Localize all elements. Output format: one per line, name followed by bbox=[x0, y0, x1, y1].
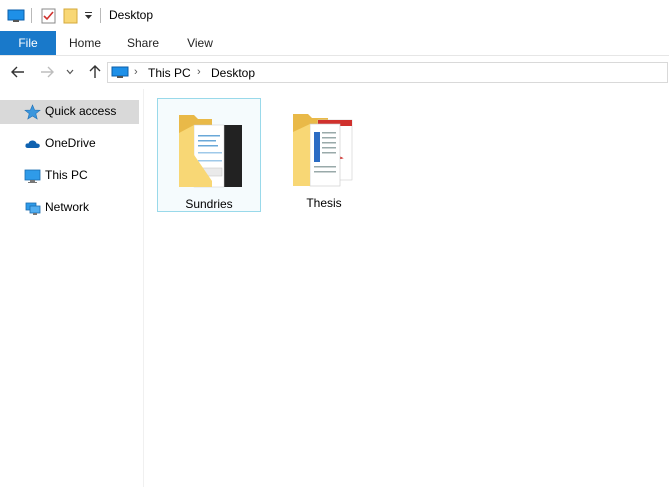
file-explorer-window: Desktop File Home Share View › This PC ›… bbox=[0, 0, 669, 487]
tab-view[interactable]: View bbox=[175, 31, 225, 55]
sidebar-item-label: OneDrive bbox=[45, 136, 96, 150]
address-bar[interactable]: › This PC › Desktop bbox=[107, 62, 668, 83]
monitor-icon bbox=[111, 66, 129, 78]
breadcrumb-desktop[interactable]: Desktop bbox=[211, 66, 255, 80]
recent-locations-button[interactable] bbox=[63, 62, 77, 82]
cloud-icon bbox=[25, 140, 40, 148]
tab-home[interactable]: Home bbox=[60, 31, 110, 55]
sidebar-item-label: This PC bbox=[45, 168, 88, 182]
breadcrumb-separator[interactable]: › bbox=[197, 66, 201, 78]
title-separator bbox=[31, 8, 32, 23]
folder-item-sundries[interactable]: Sundries bbox=[157, 98, 261, 212]
breadcrumb-this-pc[interactable]: This PC bbox=[148, 66, 191, 80]
title-separator bbox=[100, 8, 101, 23]
star-icon bbox=[24, 104, 41, 120]
properties-icon[interactable] bbox=[41, 8, 56, 24]
folder-label: Sundries bbox=[185, 197, 233, 211]
monitor-icon[interactable] bbox=[7, 9, 25, 23]
new-folder-icon[interactable] bbox=[63, 7, 78, 24]
tab-file[interactable]: File bbox=[0, 31, 56, 55]
arrow-left-icon bbox=[11, 66, 24, 78]
sidebar-item-onedrive[interactable]: OneDrive bbox=[0, 132, 139, 156]
tab-share[interactable]: Share bbox=[118, 31, 168, 55]
file-list-area[interactable]: Sundries Thesis bbox=[144, 89, 669, 487]
customize-toolbar-dropdown-icon[interactable] bbox=[84, 11, 93, 20]
folder-item-thesis[interactable]: Thesis bbox=[272, 98, 376, 212]
chevron-down-icon bbox=[66, 69, 74, 75]
navigation-row: › This PC › Desktop bbox=[0, 56, 669, 89]
monitor-icon bbox=[24, 169, 41, 183]
arrow-right-icon bbox=[41, 66, 54, 78]
folder-icon bbox=[179, 115, 242, 188]
navigation-pane: Quick access OneDrive This PC Network bbox=[0, 89, 144, 487]
title-bar: Desktop bbox=[0, 0, 669, 31]
breadcrumb-separator[interactable]: › bbox=[134, 66, 138, 78]
window-title: Desktop bbox=[109, 8, 154, 22]
back-button[interactable] bbox=[8, 62, 28, 82]
sidebar-item-network[interactable]: Network bbox=[0, 196, 139, 220]
sidebar-item-quick-access[interactable]: Quick access bbox=[0, 100, 139, 124]
arrow-up-icon bbox=[89, 65, 101, 78]
folder-label: Thesis bbox=[306, 196, 342, 210]
ribbon-tabs: File Home Share View bbox=[0, 31, 669, 56]
sidebar-item-this-pc[interactable]: This PC bbox=[0, 164, 139, 188]
up-button[interactable] bbox=[85, 62, 105, 82]
sidebar-item-label: Quick access bbox=[45, 104, 117, 118]
sidebar-item-label: Network bbox=[45, 200, 90, 214]
forward-button[interactable] bbox=[37, 62, 57, 82]
folder-icon bbox=[293, 114, 353, 187]
network-icon bbox=[25, 202, 41, 215]
